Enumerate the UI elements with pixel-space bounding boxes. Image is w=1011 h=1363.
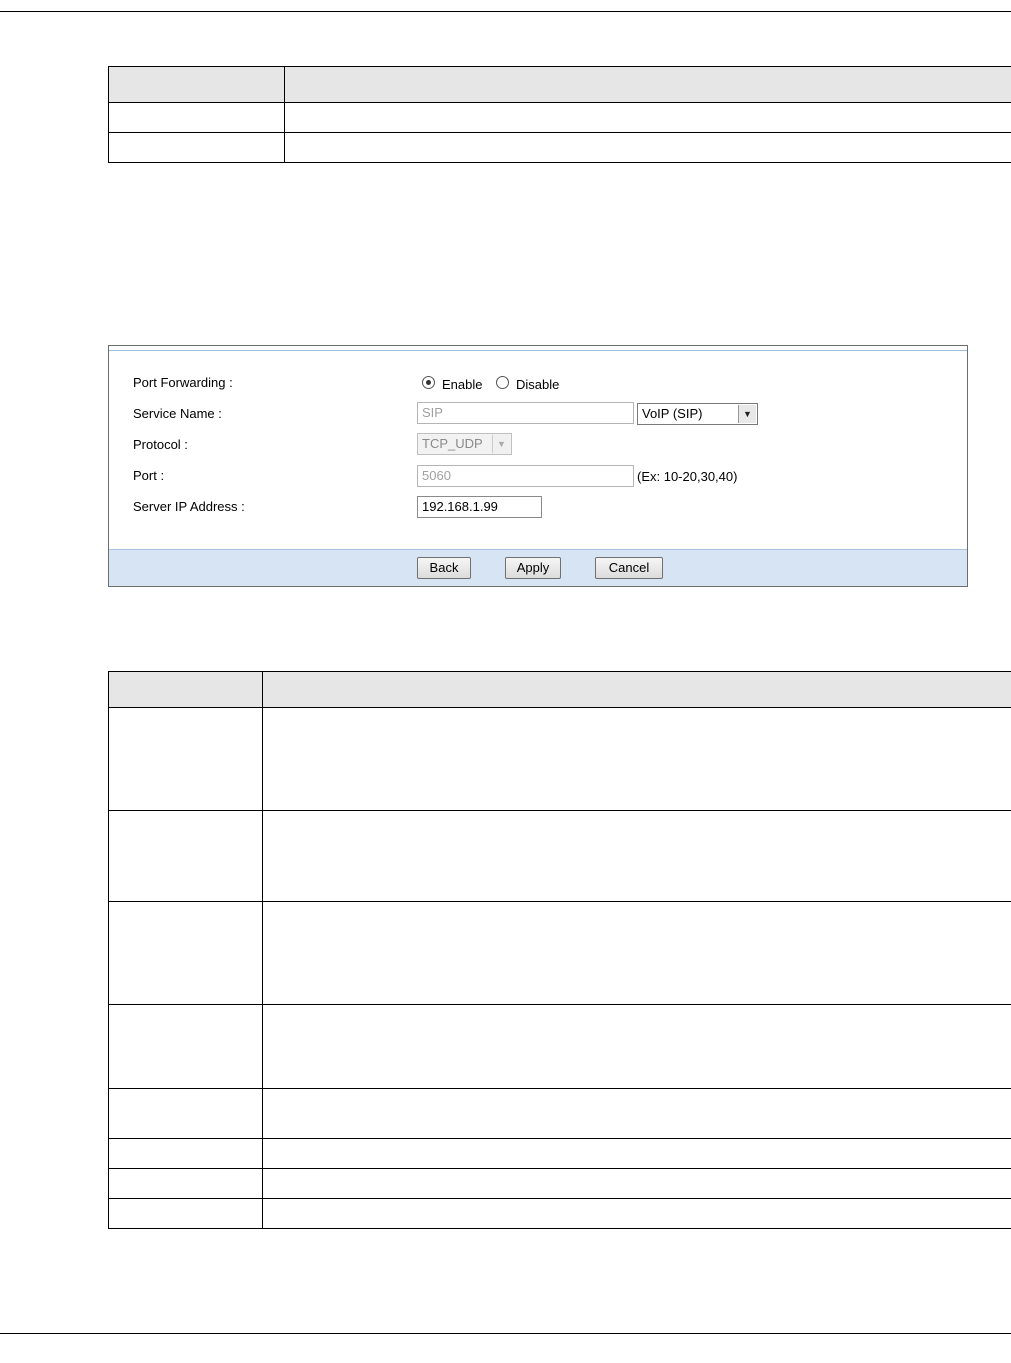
port-forwarding-edit-panel: Port Forwarding : Enable Disable Service… bbox=[108, 345, 968, 587]
table-header-cell bbox=[108, 66, 285, 103]
panel-divider bbox=[109, 350, 967, 351]
table-row bbox=[108, 1168, 1011, 1199]
enable-radio-label[interactable]: Enable bbox=[442, 377, 482, 392]
table-header-row bbox=[108, 671, 1011, 708]
table-header-cell bbox=[262, 671, 1011, 708]
table-row bbox=[108, 1088, 1011, 1139]
table-cell bbox=[262, 1088, 1011, 1139]
table-row bbox=[108, 901, 1011, 1005]
table-cell bbox=[262, 1138, 1011, 1169]
field-description-table bbox=[108, 671, 1011, 1229]
table-cell bbox=[108, 1138, 263, 1169]
table-row bbox=[108, 1138, 1011, 1169]
table-cell bbox=[108, 810, 263, 902]
table-row bbox=[108, 1198, 1011, 1229]
table-cell bbox=[108, 1198, 263, 1229]
table-cell bbox=[108, 132, 285, 163]
table-cell bbox=[284, 102, 1011, 133]
table-row bbox=[108, 1004, 1011, 1089]
service-name-input[interactable]: SIP bbox=[417, 402, 634, 424]
server-ip-label: Server IP Address : bbox=[133, 499, 245, 514]
page-footer-rule bbox=[0, 1333, 1011, 1334]
table-cell bbox=[262, 1168, 1011, 1199]
disable-radio[interactable] bbox=[496, 376, 509, 389]
table-cell bbox=[262, 707, 1011, 811]
table-cell bbox=[108, 1088, 263, 1139]
port-label: Port : bbox=[133, 468, 165, 483]
service-select[interactable]: VoIP (SIP) ▼ bbox=[637, 403, 758, 425]
panel-footer: Back Apply Cancel bbox=[109, 549, 967, 586]
protocol-label: Protocol : bbox=[133, 437, 188, 452]
table-cell bbox=[262, 1004, 1011, 1089]
table-header-row bbox=[108, 66, 1011, 103]
back-button[interactable]: Back bbox=[417, 557, 471, 579]
table-row bbox=[108, 810, 1011, 902]
page-header-rule bbox=[0, 11, 1011, 12]
cancel-button[interactable]: Cancel bbox=[595, 557, 663, 579]
table-row bbox=[108, 707, 1011, 811]
table-header-cell bbox=[284, 66, 1011, 103]
table-cell bbox=[262, 901, 1011, 1005]
table-cell bbox=[262, 1198, 1011, 1229]
table-cell bbox=[108, 1004, 263, 1089]
table-cell bbox=[284, 132, 1011, 163]
service-select-value: VoIP (SIP) bbox=[642, 406, 703, 421]
server-ip-input[interactable]: 192.168.1.99 bbox=[417, 496, 542, 518]
table-cell bbox=[108, 707, 263, 811]
chevron-down-icon[interactable]: ▼ bbox=[738, 405, 756, 423]
chevron-down-icon[interactable]: ▼ bbox=[492, 435, 510, 453]
protocol-select[interactable]: TCP_UDP ▼ bbox=[417, 433, 512, 455]
enable-radio[interactable] bbox=[422, 376, 435, 389]
port-input[interactable]: 5060 bbox=[417, 465, 634, 487]
apply-button[interactable]: Apply bbox=[505, 557, 561, 579]
table-cell bbox=[108, 102, 285, 133]
table-cell bbox=[262, 810, 1011, 902]
protocol-select-value: TCP_UDP bbox=[422, 436, 483, 451]
table-cell bbox=[108, 901, 263, 1005]
port-forwarding-label: Port Forwarding : bbox=[133, 375, 233, 390]
top-table bbox=[108, 66, 1011, 163]
port-hint: (Ex: 10-20,30,40) bbox=[637, 469, 738, 484]
table-row bbox=[108, 102, 1011, 133]
table-cell bbox=[108, 1168, 263, 1199]
table-row bbox=[108, 132, 1011, 163]
service-name-label: Service Name : bbox=[133, 406, 222, 421]
disable-radio-label[interactable]: Disable bbox=[516, 377, 559, 392]
table-header-cell bbox=[108, 671, 263, 708]
